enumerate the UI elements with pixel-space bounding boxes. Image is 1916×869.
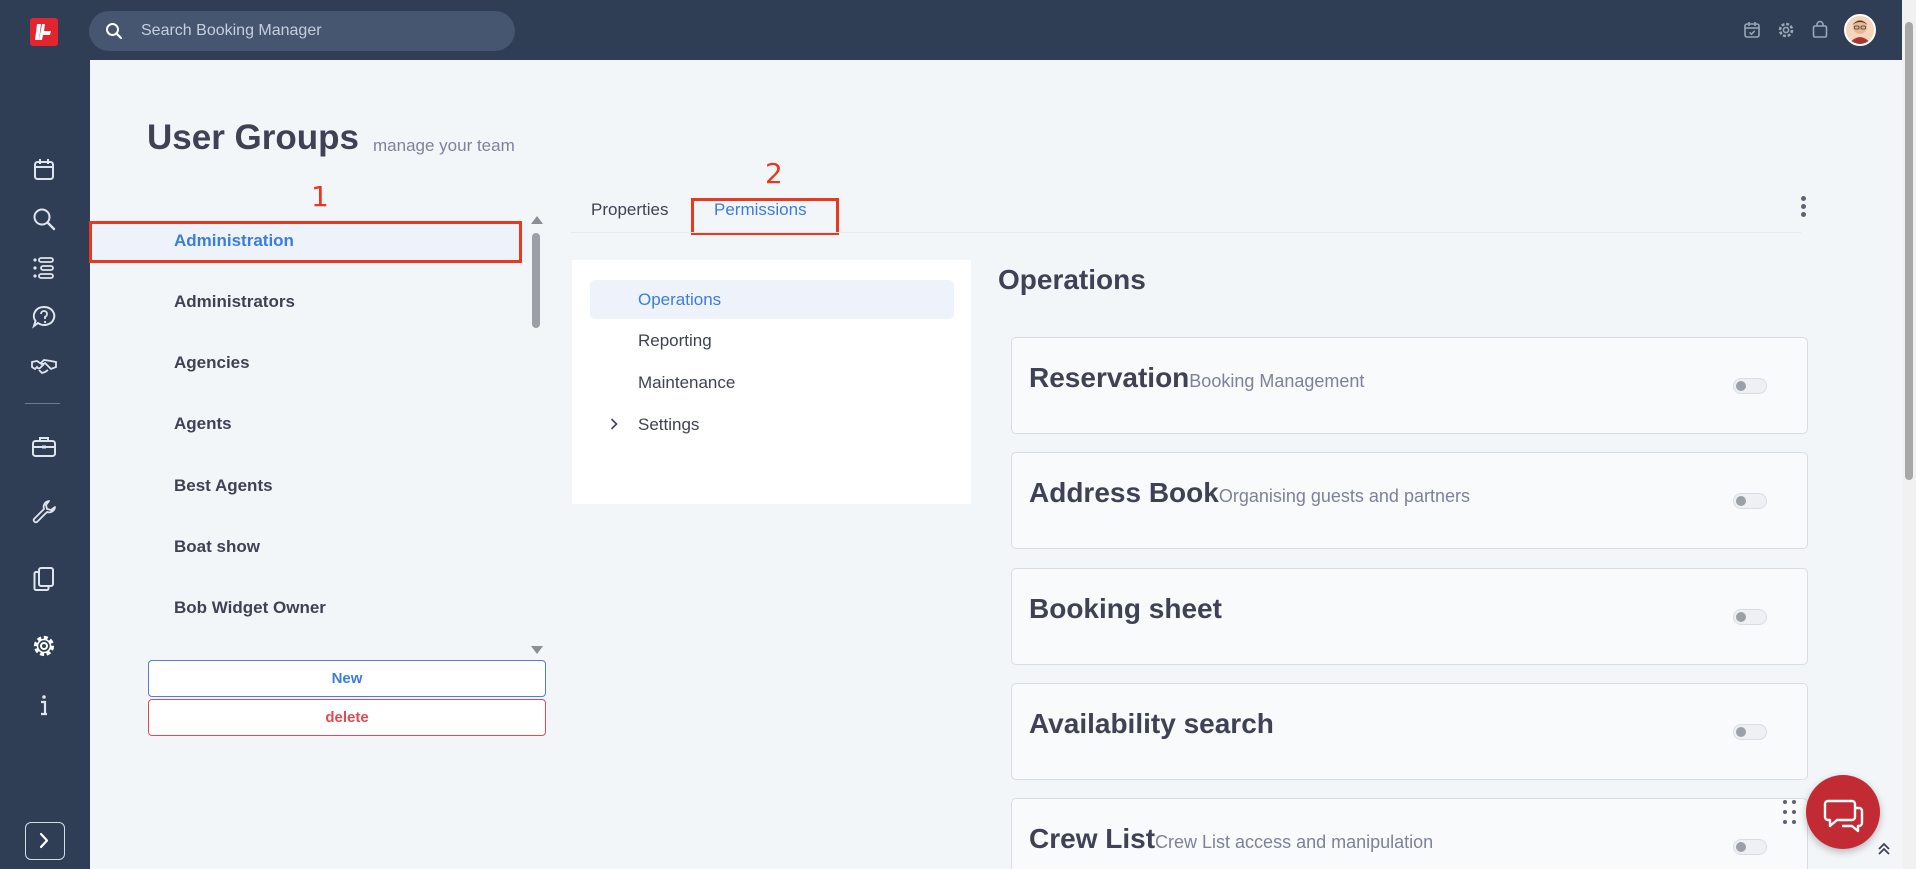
- group-item-bob-widget-owner[interactable]: Bob Widget Owner: [90, 587, 527, 629]
- group-item-agencies[interactable]: Agencies: [90, 342, 527, 384]
- group-item-label: Bob Widget Owner: [174, 598, 326, 617]
- perm-nav-label: Operations: [638, 289, 722, 309]
- delete-group-button[interactable]: delete: [148, 699, 546, 736]
- group-item-label: Best Agents: [174, 476, 273, 495]
- perm-nav-reporting[interactable]: Reporting: [590, 321, 954, 360]
- page-scrollbar[interactable]: [1902, 0, 1916, 869]
- rail-divider: [25, 403, 60, 404]
- search-input[interactable]: [141, 11, 501, 51]
- search-icon[interactable]: [30, 205, 58, 233]
- group-item-label: Administrators: [174, 292, 295, 311]
- section-title: Operations: [998, 264, 1146, 295]
- expand-sidebar-button[interactable]: [25, 822, 65, 860]
- tab-permissions[interactable]: Permissions: [714, 200, 807, 220]
- help-chat-icon[interactable]: [30, 303, 58, 331]
- permission-name: Availability search: [1029, 708, 1274, 739]
- list-icon[interactable]: [30, 254, 58, 282]
- group-list-scrollbar[interactable]: [528, 213, 544, 657]
- shopping-bag-icon[interactable]: [1810, 20, 1830, 40]
- tabs-divider: [571, 232, 1801, 233]
- documents-icon[interactable]: [30, 565, 58, 593]
- perm-nav-label: Maintenance: [638, 372, 736, 392]
- permission-description: Booking Management: [1189, 371, 1365, 391]
- permission-card-availability-search: Availability search: [1011, 683, 1808, 780]
- perm-nav-label: Settings: [638, 414, 700, 434]
- permission-name: Address Book: [1029, 477, 1219, 508]
- left-navigation-rail: [0, 60, 90, 869]
- drag-handle-icon[interactable]: [1783, 800, 1797, 826]
- scroll-up-arrow-icon[interactable]: [531, 216, 543, 224]
- scrollbar-thumb[interactable]: [532, 233, 540, 328]
- chat-icon: [1823, 799, 1864, 833]
- group-item-label: Agencies: [174, 353, 250, 372]
- permission-toggle[interactable]: [1733, 493, 1767, 509]
- permission-toggle[interactable]: [1733, 378, 1767, 394]
- handshake-icon[interactable]: [30, 352, 58, 380]
- page-title: User Groups: [147, 118, 359, 157]
- group-item-boat-show[interactable]: Boat show: [90, 526, 527, 568]
- permission-name: Reservation: [1029, 362, 1190, 393]
- scroll-down-arrow-icon[interactable]: [531, 646, 543, 654]
- search-bar[interactable]: [89, 11, 515, 51]
- group-item-administrators[interactable]: Administrators: [90, 281, 527, 323]
- annotation-label-1: 1: [311, 180, 329, 213]
- gear-icon[interactable]: [30, 632, 58, 660]
- permission-description: Crew List access and manipulation: [1155, 832, 1434, 852]
- calendar-icon[interactable]: [30, 156, 58, 184]
- permission-toggle[interactable]: [1733, 609, 1767, 625]
- annotation-box-1: [89, 221, 522, 263]
- user-avatar[interactable]: [1844, 14, 1876, 46]
- permission-card-booking-sheet: Booking sheet: [1011, 568, 1808, 665]
- briefcase-icon[interactable]: [30, 433, 58, 461]
- group-item-label: Agents: [174, 414, 232, 433]
- permission-card-reservation: ReservationBooking Management: [1011, 337, 1808, 434]
- info-icon[interactable]: [30, 691, 58, 719]
- app-logo[interactable]: [30, 18, 58, 46]
- perm-nav-maintenance[interactable]: Maintenance: [590, 363, 954, 402]
- permission-name: Booking sheet: [1029, 593, 1222, 624]
- wrench-icon[interactable]: [30, 498, 58, 526]
- group-item-best-agents[interactable]: Best Agents: [90, 465, 527, 507]
- group-item-agents[interactable]: Agents: [90, 403, 527, 445]
- perm-nav-operations[interactable]: Operations: [590, 280, 954, 319]
- permission-card-crew-list: Crew ListCrew List access and manipulati…: [1011, 798, 1808, 869]
- page-scrollbar-thumb[interactable]: [1905, 22, 1913, 480]
- user-group-list: Administration Administrators Agencies A…: [90, 218, 527, 648]
- perm-nav-label: Reporting: [638, 330, 712, 350]
- scroll-to-top-icon[interactable]: [1876, 841, 1892, 857]
- permission-description: Organising guests and partners: [1218, 486, 1470, 506]
- chat-support-button[interactable]: [1806, 775, 1880, 849]
- gear-icon[interactable]: [1776, 20, 1796, 40]
- chevron-right-icon[interactable]: [608, 418, 620, 430]
- more-options-icon[interactable]: [1799, 196, 1807, 220]
- permission-toggle[interactable]: [1733, 724, 1767, 740]
- perm-nav-settings[interactable]: Settings: [590, 405, 954, 444]
- page-subtitle: manage your team: [373, 136, 515, 155]
- group-item-label: Boat show: [174, 537, 260, 556]
- chevron-right-icon: [39, 832, 49, 849]
- top-actions: [1742, 14, 1876, 46]
- tab-properties[interactable]: Properties: [591, 200, 668, 220]
- search-icon: [106, 23, 123, 40]
- permission-name: Crew List: [1029, 823, 1156, 854]
- permission-category-nav: Operations Reporting Maintenance Setting…: [572, 260, 971, 504]
- permission-toggle[interactable]: [1733, 839, 1767, 855]
- annotation-label-2: 2: [765, 157, 783, 190]
- new-group-button[interactable]: New: [148, 660, 546, 697]
- calendar-check-icon[interactable]: [1742, 20, 1762, 40]
- top-bar: [0, 0, 1916, 60]
- permission-card-address-book: Address BookOrganising guests and partne…: [1011, 452, 1808, 549]
